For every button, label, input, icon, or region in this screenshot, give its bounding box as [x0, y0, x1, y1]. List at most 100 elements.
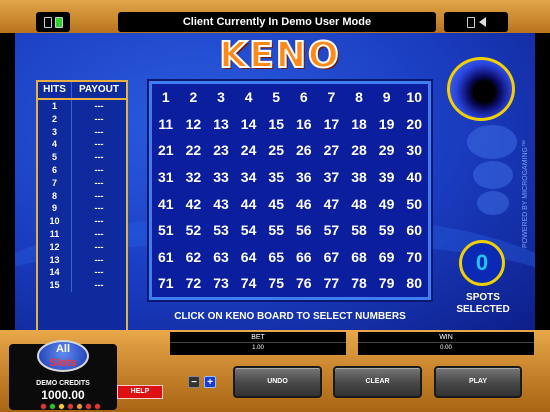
keno-number[interactable]: 77 — [318, 270, 346, 297]
keno-number[interactable]: 78 — [345, 270, 373, 297]
chip-icon — [85, 403, 92, 410]
keno-number[interactable]: 39 — [373, 164, 401, 191]
keno-number[interactable]: 36 — [290, 164, 318, 191]
spots-label-line1: SPOTS — [466, 292, 500, 303]
keno-number[interactable]: 30 — [400, 137, 428, 164]
keno-number[interactable]: 74 — [235, 270, 263, 297]
keno-number[interactable]: 69 — [373, 244, 401, 271]
keno-number[interactable]: 62 — [180, 244, 208, 271]
keno-number[interactable]: 5 — [262, 84, 290, 111]
clear-button[interactable]: CLEAR — [333, 366, 422, 398]
keno-number[interactable]: 49 — [373, 191, 401, 218]
increase-bet-button[interactable]: + — [204, 376, 216, 388]
keno-number[interactable]: 42 — [180, 191, 208, 218]
window-icon[interactable] — [43, 16, 52, 28]
keno-number[interactable]: 66 — [290, 244, 318, 271]
keno-number[interactable]: 47 — [318, 191, 346, 218]
keno-number[interactable]: 14 — [235, 111, 263, 138]
help-button[interactable]: HELP — [117, 385, 163, 399]
keno-number[interactable]: 80 — [400, 270, 428, 297]
keno-number[interactable]: 11 — [152, 111, 180, 138]
keno-number[interactable]: 71 — [152, 270, 180, 297]
keno-number[interactable]: 9 — [373, 84, 401, 111]
keno-number[interactable]: 17 — [318, 111, 346, 138]
keno-number[interactable]: 70 — [400, 244, 428, 271]
speaker-icon[interactable] — [478, 17, 486, 27]
keno-number[interactable]: 22 — [180, 137, 208, 164]
keno-number[interactable]: 8 — [345, 84, 373, 111]
keno-number[interactable]: 64 — [235, 244, 263, 271]
keno-number[interactable]: 6 — [290, 84, 318, 111]
keno-number[interactable]: 12 — [180, 111, 208, 138]
keno-number[interactable]: 16 — [290, 111, 318, 138]
paytable-row: 6 --- — [38, 163, 126, 177]
keno-number[interactable]: 1 — [152, 84, 180, 111]
keno-number[interactable]: 20 — [400, 111, 428, 138]
keno-number[interactable]: 37 — [318, 164, 346, 191]
keno-number[interactable]: 2 — [180, 84, 208, 111]
keno-number[interactable]: 58 — [345, 217, 373, 244]
keno-number[interactable]: 46 — [290, 191, 318, 218]
keno-number[interactable]: 4 — [235, 84, 263, 111]
keno-number[interactable]: 52 — [180, 217, 208, 244]
keno-number[interactable]: 54 — [235, 217, 263, 244]
keno-number[interactable]: 21 — [152, 137, 180, 164]
keno-number[interactable]: 31 — [152, 164, 180, 191]
keno-number[interactable]: 53 — [207, 217, 235, 244]
keno-number[interactable]: 57 — [318, 217, 346, 244]
credits-panel: All Slots DEMO CREDITS 1000.00 — [9, 340, 117, 410]
payout-cell: --- — [94, 101, 104, 111]
settings-icon[interactable] — [466, 16, 475, 28]
keno-number[interactable]: 44 — [235, 191, 263, 218]
payout-cell: --- — [94, 216, 104, 227]
keno-number[interactable]: 73 — [207, 270, 235, 297]
keno-number[interactable]: 45 — [262, 191, 290, 218]
keno-number[interactable]: 60 — [400, 217, 428, 244]
keno-number[interactable]: 28 — [345, 137, 373, 164]
keno-number[interactable]: 27 — [318, 137, 346, 164]
keno-number[interactable]: 51 — [152, 217, 180, 244]
keno-number[interactable]: 29 — [373, 137, 401, 164]
keno-number[interactable]: 43 — [207, 191, 235, 218]
keno-number[interactable]: 10 — [400, 84, 428, 111]
keno-number[interactable]: 50 — [400, 191, 428, 218]
keno-number[interactable]: 65 — [262, 244, 290, 271]
keno-number[interactable]: 13 — [207, 111, 235, 138]
keno-number[interactable]: 76 — [290, 270, 318, 297]
keno-number[interactable]: 68 — [345, 244, 373, 271]
decrease-bet-button[interactable]: − — [188, 376, 200, 388]
keno-number[interactable]: 72 — [180, 270, 208, 297]
keno-number[interactable]: 34 — [235, 164, 263, 191]
keno-number[interactable]: 7 — [318, 84, 346, 111]
play-button[interactable]: PLAY — [434, 366, 522, 398]
keno-number[interactable]: 33 — [207, 164, 235, 191]
keno-number[interactable]: 19 — [373, 111, 401, 138]
undo-button[interactable]: UNDO — [233, 366, 322, 398]
keno-number[interactable]: 79 — [373, 270, 401, 297]
keno-number[interactable]: 15 — [262, 111, 290, 138]
keno-number[interactable]: 24 — [235, 137, 263, 164]
fullscreen-icon[interactable] — [54, 16, 63, 28]
keno-number[interactable]: 3 — [207, 84, 235, 111]
keno-number[interactable]: 35 — [262, 164, 290, 191]
hits-cell: 12 — [38, 240, 72, 254]
keno-number[interactable]: 61 — [152, 244, 180, 271]
keno-number[interactable]: 40 — [400, 164, 428, 191]
keno-number[interactable]: 67 — [318, 244, 346, 271]
keno-number[interactable]: 56 — [290, 217, 318, 244]
keno-number[interactable]: 55 — [262, 217, 290, 244]
keno-number[interactable]: 25 — [262, 137, 290, 164]
keno-number[interactable]: 48 — [345, 191, 373, 218]
keno-number[interactable]: 38 — [345, 164, 373, 191]
powered-by-label: POWERED BY MICROGAMING™ — [522, 140, 529, 248]
keno-number[interactable]: 75 — [262, 270, 290, 297]
logo-line2: Slots — [49, 357, 77, 369]
keno-number[interactable]: 32 — [180, 164, 208, 191]
keno-number[interactable]: 59 — [373, 217, 401, 244]
keno-number[interactable]: 23 — [207, 137, 235, 164]
keno-number[interactable]: 41 — [152, 191, 180, 218]
keno-number[interactable]: 18 — [345, 111, 373, 138]
keno-number[interactable]: 63 — [207, 244, 235, 271]
keno-number[interactable]: 26 — [290, 137, 318, 164]
payout-cell: --- — [94, 228, 104, 239]
